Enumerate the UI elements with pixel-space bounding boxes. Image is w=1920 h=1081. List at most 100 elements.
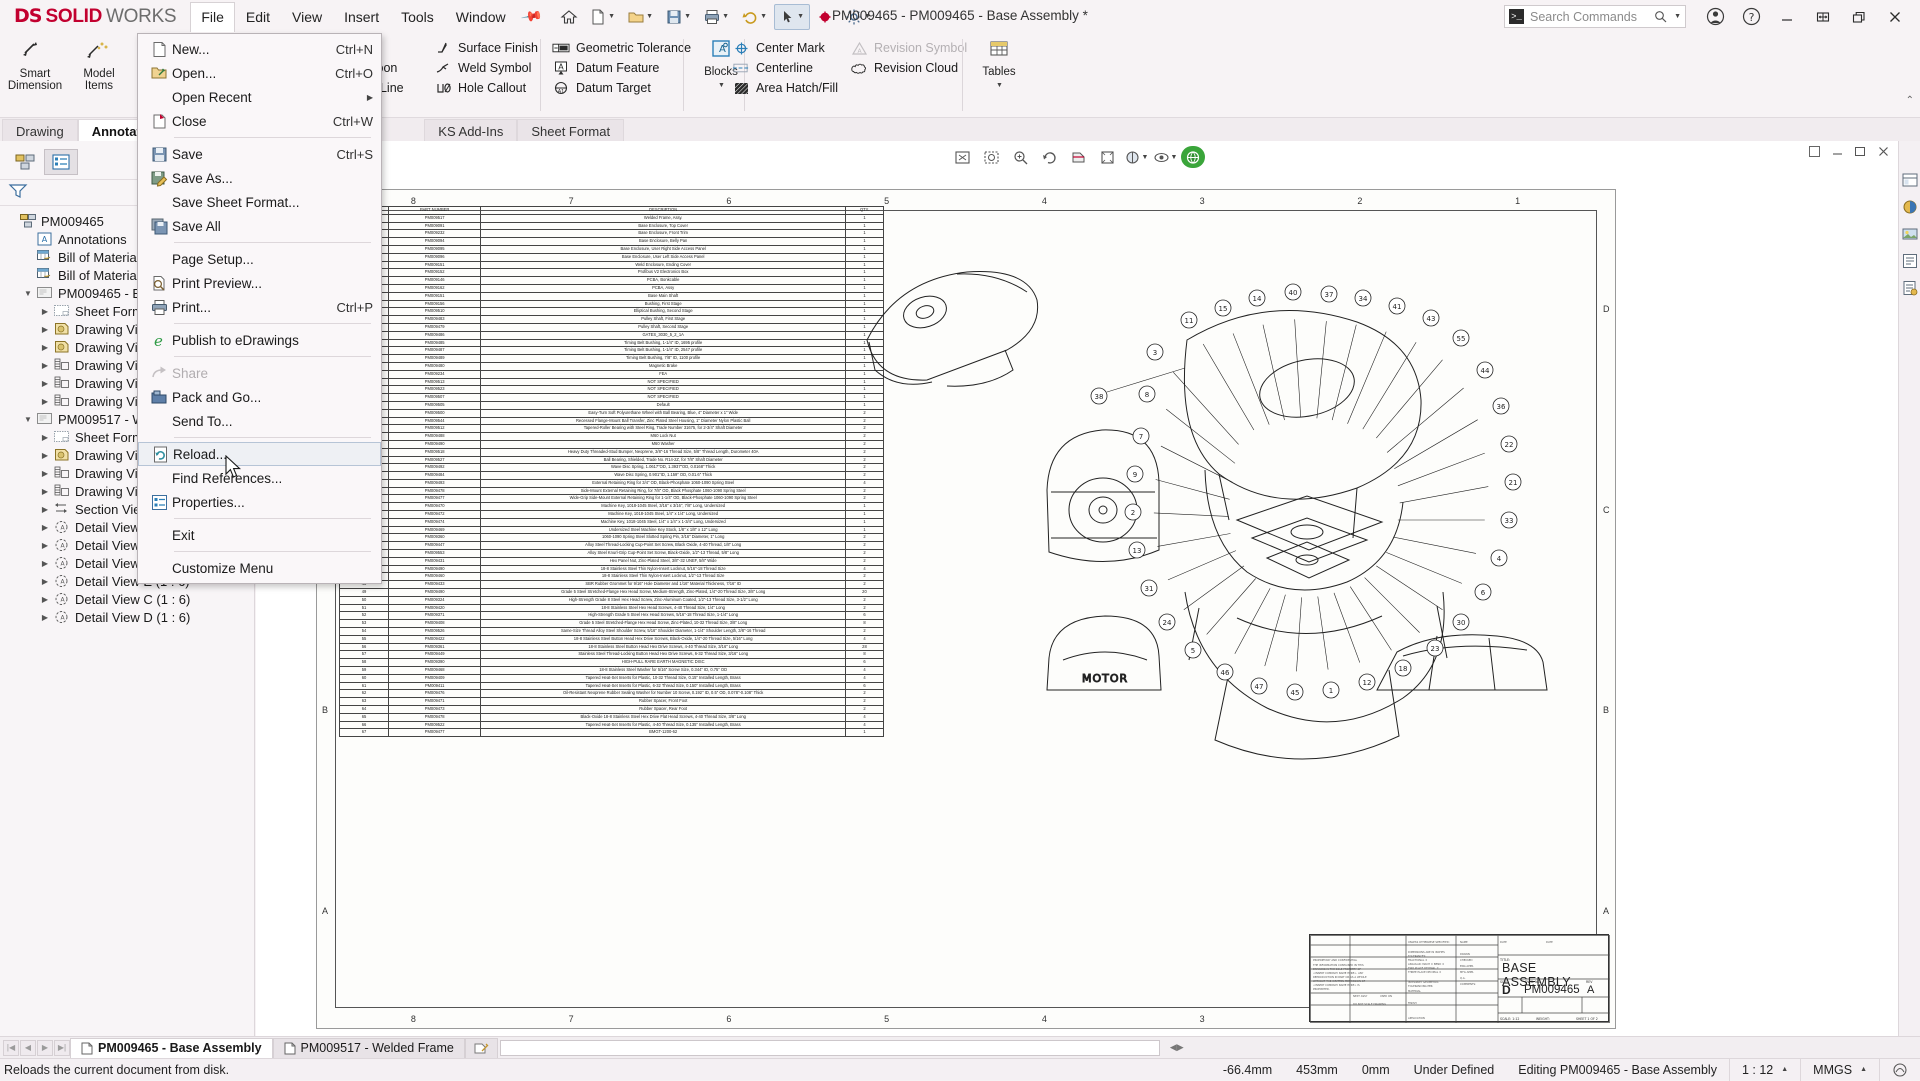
account-icon[interactable] bbox=[1698, 0, 1732, 33]
centerline-button[interactable]: Centerline bbox=[728, 58, 842, 78]
bom-row[interactable]: 43PM009447Alloy Steel Thread-Locking Cup… bbox=[340, 542, 884, 550]
bom-row[interactable]: 5PM009095Base Enclosure, User Right Side… bbox=[340, 245, 884, 253]
hide-show-icon[interactable]: ▼ bbox=[1152, 145, 1178, 169]
tables-dropdown-caret[interactable]: ▼ bbox=[996, 82, 1003, 89]
bom-row[interactable]: 60PM009409Tapered Heat-Set Inserts for P… bbox=[340, 674, 884, 682]
hole-callout-button[interactable]: Hole Callout bbox=[430, 78, 542, 98]
section-view-icon[interactable] bbox=[1065, 145, 1091, 169]
bom-row[interactable]: 42PM0093601060-1090 Spring Steel Slotted… bbox=[340, 534, 884, 542]
bom-row[interactable]: 8PM009152Profibus V2 Electronics Box1 bbox=[340, 269, 884, 277]
bom-row[interactable]: 53PM009408Grade 5 Steel Stretched-Flange… bbox=[340, 620, 884, 628]
bom-row[interactable]: 58PM009390HIGH-PULL RARE EARTH MAGNETIC … bbox=[340, 659, 884, 667]
bom-row[interactable]: 15PM009479Pulley Shaft, Second Stage1 bbox=[340, 323, 884, 331]
select-icon[interactable]: ▼ bbox=[774, 4, 810, 30]
menu-item-properties[interactable]: Properties... bbox=[138, 490, 381, 514]
bom-row[interactable]: 39PM009472Machine Key, 1018-1045 Steel, … bbox=[340, 511, 884, 519]
bom-row[interactable]: 65PM009478Black-Oxide 18-8 Stainless Ste… bbox=[340, 713, 884, 721]
bom-row[interactable]: 61PM009411Tapered Heat-Set Inserts for P… bbox=[340, 682, 884, 690]
display-style-icon[interactable]: ▼ bbox=[1123, 145, 1149, 169]
minimize-window-icon[interactable] bbox=[1831, 145, 1844, 161]
zoom-to-fit-icon[interactable] bbox=[949, 145, 975, 169]
previous-sheet-button[interactable]: ◀ bbox=[20, 1040, 36, 1056]
bom-row[interactable]: 54PM009526Same-Size Thread Alloy Steel S… bbox=[340, 628, 884, 636]
bom-row[interactable]: 27PM009544Recessed Flange-Mount Ball Tra… bbox=[340, 417, 884, 425]
tree-expand-arrow[interactable]: ▶ bbox=[38, 577, 52, 586]
bom-row[interactable]: 35PM009493External Retaining Ring for 3/… bbox=[340, 479, 884, 487]
tabstrip-overflow-icon[interactable]: ◀▶ bbox=[1170, 1042, 1184, 1053]
blocks-dropdown-caret[interactable]: ▼ bbox=[718, 82, 725, 89]
bom-row[interactable]: 12PM009156Bushing, First Stage1 bbox=[340, 300, 884, 308]
bill-of-materials-table[interactable]: ITEM NO.PART NUMBERDESCRIPTIONQTY. 1PM00… bbox=[339, 206, 884, 737]
menu-insert[interactable]: Insert bbox=[333, 4, 390, 30]
bom-row[interactable]: 28PM009512Tapered-Roller Bearing with St… bbox=[340, 425, 884, 433]
bom-row[interactable]: 3PM009232Base Enclosure, Front Trim1 bbox=[340, 230, 884, 238]
close-icon[interactable] bbox=[1878, 0, 1912, 33]
tab-ks-add-ins[interactable]: KS Add-Ins bbox=[424, 119, 517, 141]
tree-expand-arrow[interactable]: ▶ bbox=[38, 523, 52, 532]
title-block[interactable]: PROPRIETARY AND CONFIDENTIAL THE INFORMA… bbox=[1309, 934, 1609, 1022]
geometric-tolerance-button[interactable]: Geometric Tolerance bbox=[548, 38, 695, 58]
bom-row[interactable]: 11PM009151Base Main Shaft1 bbox=[340, 292, 884, 300]
surface-finish-button[interactable]: Surface Finish bbox=[430, 38, 542, 58]
bom-row[interactable]: 33PM009492Wave Disc Spring, 1.0617"OD, 1… bbox=[340, 464, 884, 472]
bom-row[interactable]: 17PM009485Timing Belt Bushing, 1-1/4" ID… bbox=[340, 339, 884, 347]
bom-row[interactable]: 30PM009490M60 Washer2 bbox=[340, 440, 884, 448]
apply-scene-icon[interactable] bbox=[1181, 146, 1205, 168]
minimize-icon[interactable] bbox=[1770, 0, 1804, 33]
tree-expand-arrow[interactable]: ▶ bbox=[38, 343, 52, 352]
status-units[interactable]: MMGS▲ bbox=[1800, 1059, 1879, 1081]
tree-expand-arrow[interactable]: ▶ bbox=[38, 469, 52, 478]
revision-symbol-button[interactable]: A Revision Symbol bbox=[846, 38, 971, 58]
tree-expand-arrow[interactable]: ▶ bbox=[38, 541, 52, 550]
zoom-in-out-icon[interactable] bbox=[1007, 145, 1033, 169]
revision-cloud-button[interactable]: Revision Cloud bbox=[846, 58, 971, 78]
graphics-area[interactable]: ▼ ▼ 87654321 87654321 DCBA DCBA ITEM NO.… bbox=[256, 141, 1898, 1036]
sheet-tab-base-assembly[interactable]: PM009465 - Base Assembly bbox=[70, 1038, 273, 1058]
menu-item-save-as[interactable]: Save As... bbox=[138, 166, 381, 190]
tab-sheet-format[interactable]: Sheet Format bbox=[517, 119, 624, 141]
bom-row[interactable]: 52PM009371High-Strength Grade 5 Steel He… bbox=[340, 612, 884, 620]
restore-window-icon[interactable] bbox=[1808, 145, 1821, 161]
menu-item-save-all[interactable]: Save All bbox=[138, 214, 381, 238]
options-icon[interactable]: ▼ bbox=[840, 4, 876, 30]
menu-tools[interactable]: Tools bbox=[390, 4, 445, 30]
help-icon[interactable]: ? bbox=[1734, 0, 1768, 33]
appearances-icon[interactable] bbox=[1901, 198, 1919, 216]
restore-split-icon[interactable] bbox=[1806, 0, 1840, 33]
status-scale[interactable]: 1 : 12▲ bbox=[1729, 1059, 1800, 1081]
property-manager-button[interactable] bbox=[44, 149, 78, 175]
tree-expand-arrow[interactable]: ▶ bbox=[38, 433, 52, 442]
tree-expand-arrow[interactable]: ▶ bbox=[38, 487, 52, 496]
menu-file[interactable]: File bbox=[190, 2, 235, 32]
bom-row[interactable]: 66PM009522Tapered Heat-Set Inserts for P… bbox=[340, 721, 884, 729]
menu-view[interactable]: View bbox=[281, 4, 333, 30]
quick-access-toolbar[interactable]: ▼ ▼ ▼ ▼ ▼ ▼ ▼ bbox=[556, 4, 876, 30]
view-orientation-icon[interactable] bbox=[1094, 145, 1120, 169]
bom-row[interactable]: 21PM009234FEA1 bbox=[340, 370, 884, 378]
tree-expand-arrow[interactable]: ▶ bbox=[38, 307, 52, 316]
tree-expand-arrow[interactable]: ▶ bbox=[38, 505, 52, 514]
bom-row[interactable]: 40PM009474Machine Key, 1018-1045 Steel, … bbox=[340, 518, 884, 526]
area-hatch-fill-button[interactable]: Area Hatch/Fill bbox=[728, 78, 842, 98]
menu-bar[interactable]: File Edit View Insert Tools Window 📌 bbox=[190, 0, 540, 33]
tree-expand-arrow[interactable]: ▼ bbox=[21, 415, 35, 424]
datum-target-button[interactable]: A1 Datum Target bbox=[548, 78, 695, 98]
tree-expand-arrow[interactable]: ▶ bbox=[38, 325, 52, 334]
menu-item-exit[interactable]: Exit bbox=[138, 523, 381, 547]
bom-row[interactable]: 24PM009507NOT SPECIFIED1 bbox=[340, 394, 884, 402]
sheet-tab-strip[interactable]: |◀ ◀ ▶ ▶| PM009465 - Base Assembly PM009… bbox=[0, 1036, 1920, 1058]
menu-edit[interactable]: Edit bbox=[235, 4, 281, 30]
menu-item-reload[interactable]: Reload... bbox=[138, 442, 381, 466]
tree-item[interactable]: ▶ADetail View C (1 : 6) bbox=[4, 590, 254, 608]
custom-properties-icon[interactable] bbox=[1901, 279, 1919, 297]
bom-row[interactable]: 44PM009553Alloy Steel Knurl-Grip Cup-Poi… bbox=[340, 550, 884, 558]
zoom-to-area-icon[interactable] bbox=[978, 145, 1004, 169]
bom-row[interactable]: 55PM00942218-8 Stainless Steel Button He… bbox=[340, 635, 884, 643]
bom-row[interactable]: 25PM009505Default1 bbox=[340, 401, 884, 409]
rebuild-icon[interactable] bbox=[812, 4, 838, 30]
bom-row[interactable]: 67PM009477BMGT-1200-621 bbox=[340, 729, 884, 737]
bom-row[interactable]: 13PM009510Elliptical Bushing, Second Sta… bbox=[340, 308, 884, 316]
view-palette-icon[interactable] bbox=[1901, 171, 1919, 189]
ribbon-collapse-icon[interactable]: ⌃ bbox=[1906, 95, 1914, 106]
search-dropdown-caret[interactable]: ▼ bbox=[1674, 13, 1681, 20]
